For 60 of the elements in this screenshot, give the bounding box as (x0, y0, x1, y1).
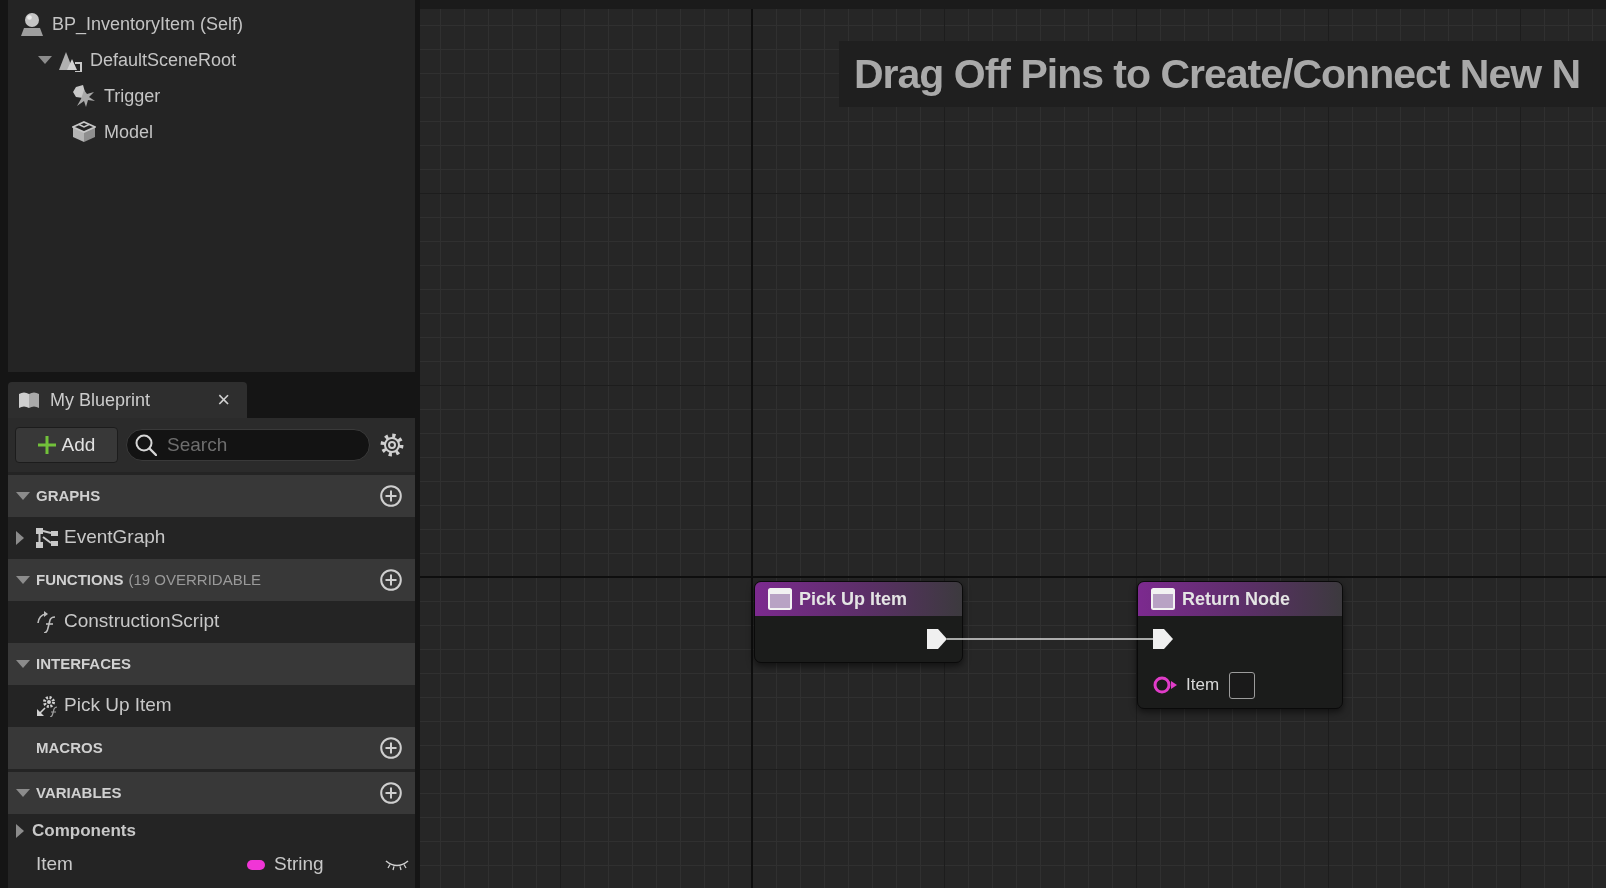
variable-type[interactable]: String (274, 850, 324, 879)
window-icon (768, 588, 792, 610)
caret-right-icon[interactable] (16, 823, 24, 838)
add-icon[interactable] (380, 737, 402, 759)
book-icon (18, 391, 40, 409)
graph-node[interactable]: Pick Up Item (754, 581, 963, 663)
exec-pin-icon[interactable] (927, 628, 947, 650)
tree-item[interactable]: Model (104, 118, 154, 146)
add-icon[interactable] (380, 782, 402, 804)
close-button[interactable]: × (214, 389, 233, 411)
pin-icon[interactable] (1153, 675, 1177, 695)
section-header[interactable]: GRAPHS (8, 475, 415, 517)
caret-down-icon[interactable] (16, 789, 30, 797)
graph-node[interactable]: Return Node Item (1137, 581, 1343, 709)
window-icon (1151, 588, 1175, 610)
tree-item[interactable]: BP_InventoryItem (Self) (52, 10, 244, 38)
node-title: Return Node (1182, 587, 1290, 611)
section-header[interactable]: MACROS (8, 727, 415, 769)
caret-down-icon[interactable] (16, 660, 30, 668)
tab-title: My Blueprint (50, 388, 151, 412)
section-note: (19 OVERRIDABLE (128, 569, 262, 590)
graph-icon (36, 527, 58, 548)
closed-eye-icon[interactable] (385, 858, 409, 871)
tree-item[interactable]: DefaultSceneRoot (90, 46, 237, 74)
tree-item[interactable]: Trigger (104, 82, 161, 110)
starburst-icon (72, 84, 96, 108)
add-icon[interactable] (380, 569, 402, 591)
list-item[interactable]: Pick Up Item (64, 691, 172, 720)
exec-pin-icon[interactable] (1153, 628, 1173, 650)
function-icon (36, 610, 58, 633)
add-icon[interactable] (380, 485, 402, 507)
caret-down-icon[interactable] (16, 576, 30, 584)
search-field[interactable]: Search (126, 429, 370, 461)
list-item[interactable]: EventGraph (64, 523, 166, 552)
hint-banner: Drag Off Pins to Create/Connect New N (839, 41, 1606, 107)
category-label[interactable]: Components (32, 817, 136, 844)
section-title: VARIABLES (36, 782, 122, 803)
caret-down-icon[interactable] (16, 492, 30, 500)
section-title: FUNCTIONS (36, 569, 124, 590)
section-title: MACROS (36, 737, 103, 758)
variable-name[interactable]: Item (36, 850, 247, 879)
bust-icon (20, 12, 44, 36)
plus-icon (37, 436, 56, 454)
section-header[interactable]: FUNCTIONS (19 OVERRIDABLE (8, 559, 415, 601)
cube-icon (72, 120, 96, 144)
section-header[interactable]: INTERFACES (8, 643, 415, 685)
value-field[interactable] (1229, 671, 1256, 699)
section-title: GRAPHS (36, 485, 101, 506)
pin-label: Item (1186, 674, 1220, 697)
search-icon (135, 434, 157, 456)
panel-tab[interactable]: My Blueprint × (8, 382, 247, 418)
section-title: INTERFACES (36, 653, 131, 674)
node-title: Pick Up Item (799, 587, 908, 611)
settings-icon[interactable] (380, 433, 404, 457)
gear-arrow-icon (36, 694, 58, 717)
section-header[interactable]: VARIABLES (8, 772, 415, 814)
list-item[interactable]: ConstructionScript (64, 607, 220, 636)
add-button[interactable]: Add (15, 427, 118, 463)
caret-down-icon[interactable] (38, 56, 52, 64)
caret-right-icon[interactable] (16, 530, 24, 545)
